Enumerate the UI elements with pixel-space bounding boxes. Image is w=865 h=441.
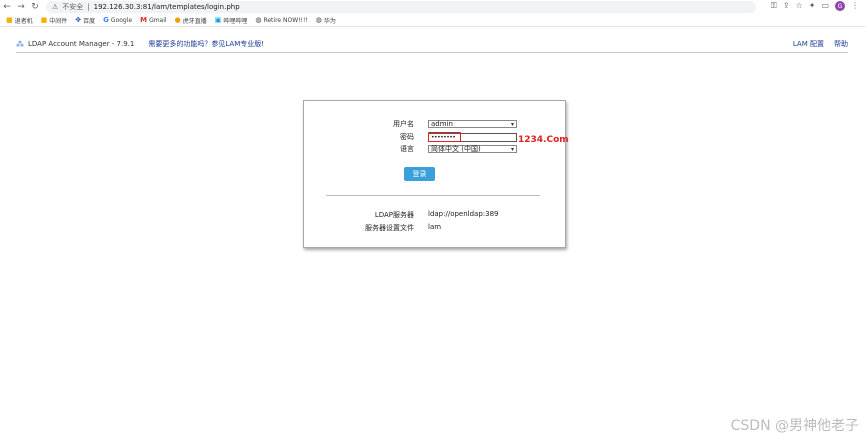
bookmark-item[interactable]: ■ 退者机	[6, 16, 33, 25]
browser-toolbar: ← → ↻ ⚠ 不安全 | 192.126.30.3:81/lam/templa…	[0, 0, 865, 14]
highlight-box	[428, 132, 461, 142]
baidu-icon: ✥	[75, 16, 82, 24]
forward-arrow-icon[interactable]: →	[14, 2, 28, 12]
folder-icon: ■	[6, 16, 13, 24]
bookmark-item[interactable]: G Google	[103, 16, 132, 24]
login-button[interactable]: 登录	[404, 167, 435, 181]
help-link[interactable]: 帮助	[834, 39, 848, 49]
username-label: 用户名	[393, 120, 414, 128]
username-select[interactable]: admin ▾	[428, 120, 517, 128]
star-icon[interactable]: ☆	[796, 1, 803, 11]
language-label: 语言	[400, 145, 414, 153]
key-icon[interactable]: ⚿	[771, 1, 777, 11]
divider	[326, 195, 540, 196]
profile-value: lam	[428, 223, 442, 231]
lam-logo-icon: ⁂	[16, 39, 24, 49]
login-panel: 用户名 admin ▾ 密码 •••••••• 1234.Com 语言 简体中文…	[303, 100, 569, 248]
lam-header: ⁂ LDAP Account Manager - 7.9.1 需要更多的功能吗？…	[16, 36, 848, 53]
address-bar[interactable]: ⚠ 不安全 | 192.126.30.3:81/lam/templates/lo…	[46, 1, 756, 13]
server-value: ldap://openldap:389	[428, 210, 499, 218]
chevron-down-icon: ▾	[510, 146, 514, 153]
bookmark-item[interactable]: ● 虎牙直播	[175, 16, 207, 25]
bookmark-item[interactable]: ▣ 哔哩哔哩	[215, 16, 248, 25]
language-select[interactable]: 简体中文 (中国) ▾	[428, 145, 517, 153]
share-icon[interactable]: ⇪	[783, 1, 790, 11]
profile-avatar[interactable]: G	[835, 1, 845, 11]
warning-icon: ⚠	[52, 3, 59, 11]
bookmarks-bar: ■ 退者机 ■ 中间件 ✥ 百度 G Google M Gmail ● 虎牙直播 ▣ 哔哩哔哩…	[0, 14, 865, 27]
server-label: LDAP服务器	[374, 211, 414, 219]
bookmark-item[interactable]: ■ 中间件	[41, 16, 68, 25]
extensions-icon[interactable]: ✦	[809, 1, 816, 11]
app-title: LDAP Account Manager - 7.9.1	[28, 40, 135, 48]
bookmark-item[interactable]: ✥ 百度	[75, 16, 95, 25]
annotation-text: 1234.Com	[518, 135, 569, 145]
globe-icon: ◍	[315, 16, 322, 24]
google-icon: G	[103, 16, 109, 24]
security-label: 不安全	[62, 3, 84, 11]
sidebar-icon[interactable]: ▭	[821, 1, 829, 11]
url-text: 192.126.30.3:81/lam/templates/login.php	[93, 3, 240, 11]
watermark: CSDN @男神他老子	[730, 418, 859, 434]
globe-icon: ◍	[255, 16, 262, 24]
profile-label: 服务器设置文件	[365, 224, 414, 232]
bookmark-item[interactable]: ◍ 华为	[316, 16, 336, 25]
bookmark-item[interactable]: ◍ Retire NOW!!!!	[255, 16, 307, 24]
bilibili-icon: ▣	[214, 16, 222, 24]
gmail-icon: M	[140, 16, 148, 24]
toolbar-right: ⚿ ⇪ ☆ ✦ ▭ G ⋮	[771, 1, 859, 11]
bookmark-item[interactable]: M Gmail	[140, 16, 166, 24]
menu-icon[interactable]: ⋮	[851, 1, 859, 11]
pro-link[interactable]: 需要更多的功能吗？参见LAM专业版!	[148, 39, 264, 49]
password-label: 密码	[400, 133, 414, 141]
huya-icon: ●	[174, 16, 181, 24]
back-arrow-icon[interactable]: ←	[0, 2, 14, 12]
lam-config-link[interactable]: LAM 配置	[793, 39, 824, 49]
reload-icon[interactable]: ↻	[28, 2, 42, 12]
chevron-down-icon: ▾	[510, 121, 514, 128]
folder-icon: ■	[40, 16, 48, 24]
